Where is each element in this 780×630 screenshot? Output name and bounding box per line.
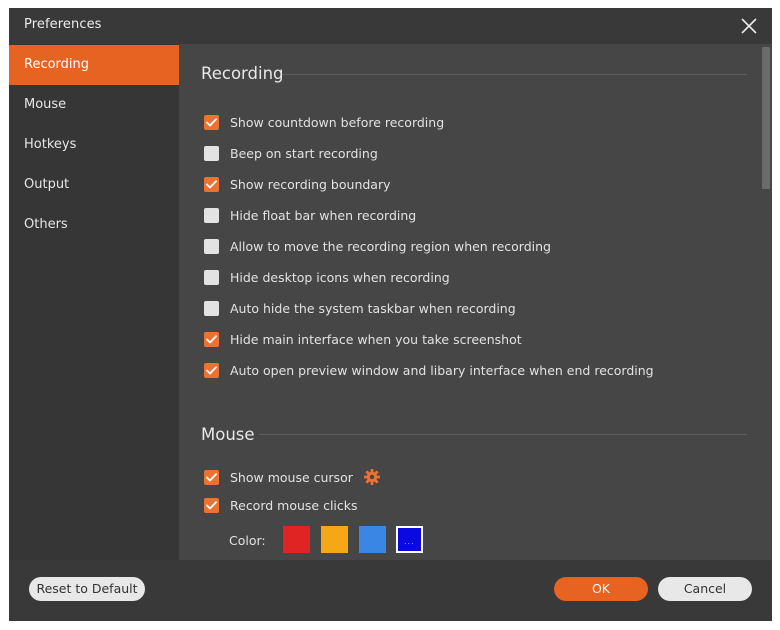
recording-option-3[interactable]: Hide float bar when recording	[204, 206, 416, 224]
reset-to-default-button[interactable]: Reset to Default	[29, 577, 145, 601]
section-divider	[259, 434, 747, 435]
close-icon[interactable]	[737, 14, 761, 38]
checkbox-label: Allow to move the recording region when …	[230, 238, 551, 254]
scrollbar[interactable]	[759, 44, 772, 560]
recording-option-1[interactable]: Beep on start recording	[204, 144, 378, 162]
checkbox-label: Hide float bar when recording	[230, 207, 417, 223]
sidebar-item-others[interactable]: Others	[9, 205, 179, 245]
checkbox[interactable]	[204, 497, 219, 513]
title-bar: Preferences	[9, 8, 772, 44]
checkbox-label: Show countdown before recording	[230, 114, 445, 130]
checkbox-label: Auto hide the system taskbar when record…	[230, 300, 516, 316]
checkbox[interactable]	[204, 469, 219, 485]
checkbox[interactable]	[204, 207, 219, 223]
sidebar-item-output[interactable]: Output	[9, 165, 179, 205]
color-swatch-custom[interactable]: ...	[396, 526, 423, 553]
checkbox-label: Show recording boundary	[230, 176, 391, 192]
sidebar: Recording Mouse Hotkeys Output Others	[9, 44, 179, 560]
dialog-title: Preferences	[24, 17, 102, 32]
checkbox[interactable]	[204, 300, 219, 316]
checkbox[interactable]	[204, 176, 219, 192]
checkmark-icon	[206, 365, 217, 374]
recording-option-5[interactable]: Hide desktop icons when recording	[204, 268, 450, 286]
checkbox-label: Hide main interface when you take screen…	[230, 331, 522, 347]
footer: Reset to Default OK Cancel	[9, 560, 772, 621]
recording-option-2[interactable]: Show recording boundary	[204, 175, 391, 193]
checkbox[interactable]	[204, 114, 219, 130]
color-swatch-red[interactable]	[283, 526, 310, 553]
section-divider	[282, 74, 747, 75]
custom-color-dots: ...	[404, 537, 415, 546]
recording-section-title: Recording	[201, 64, 284, 83]
sidebar-item-recording[interactable]: Recording	[9, 45, 179, 85]
recording-option-7[interactable]: Hide main interface when you take screen…	[204, 330, 522, 348]
recording-option-8[interactable]: Auto open preview window and libary inte…	[204, 361, 654, 379]
sidebar-item-mouse[interactable]: Mouse	[9, 85, 179, 125]
preferences-dialog: Preferences Recording Mouse Hotkeys Outp…	[9, 8, 772, 621]
checkbox[interactable]	[204, 362, 219, 378]
color-label: Color:	[229, 533, 266, 548]
checkbox-label: Hide desktop icons when recording	[230, 269, 450, 285]
checkmark-icon	[206, 117, 217, 126]
cancel-button[interactable]: Cancel	[658, 577, 752, 601]
checkbox[interactable]	[204, 238, 219, 254]
checkbox-label: Auto open preview window and libary inte…	[230, 362, 654, 378]
cursor-settings-gear-icon[interactable]	[363, 468, 381, 486]
recording-option-6[interactable]: Auto hide the system taskbar when record…	[204, 299, 516, 317]
color-swatch-blue[interactable]	[359, 526, 386, 553]
color-swatch-yellow[interactable]	[321, 526, 348, 553]
checkmark-icon	[206, 500, 217, 509]
checkmark-icon	[206, 334, 217, 343]
checkbox-label: Record mouse clicks	[230, 497, 358, 513]
checkbox[interactable]	[204, 269, 219, 285]
mouse-option-1[interactable]: Record mouse clicks	[204, 496, 358, 514]
checkbox[interactable]	[204, 145, 219, 161]
mouse-section-title: Mouse	[201, 425, 255, 444]
mouse-option-0[interactable]: Show mouse cursor	[204, 468, 353, 486]
checkbox-label: Beep on start recording	[230, 145, 378, 161]
checkbox-label: Show mouse cursor	[230, 469, 353, 485]
checkbox[interactable]	[204, 331, 219, 347]
settings-panel: Recording Show countdown before recordin…	[179, 44, 772, 560]
recording-option-0[interactable]: Show countdown before recording	[204, 113, 444, 131]
recording-option-4[interactable]: Allow to move the recording region when …	[204, 237, 551, 255]
checkmark-icon	[206, 179, 217, 188]
ok-button[interactable]: OK	[554, 577, 648, 601]
checkmark-icon	[206, 472, 217, 481]
sidebar-item-hotkeys[interactable]: Hotkeys	[9, 125, 179, 165]
scrollbar-thumb[interactable]	[762, 47, 770, 189]
